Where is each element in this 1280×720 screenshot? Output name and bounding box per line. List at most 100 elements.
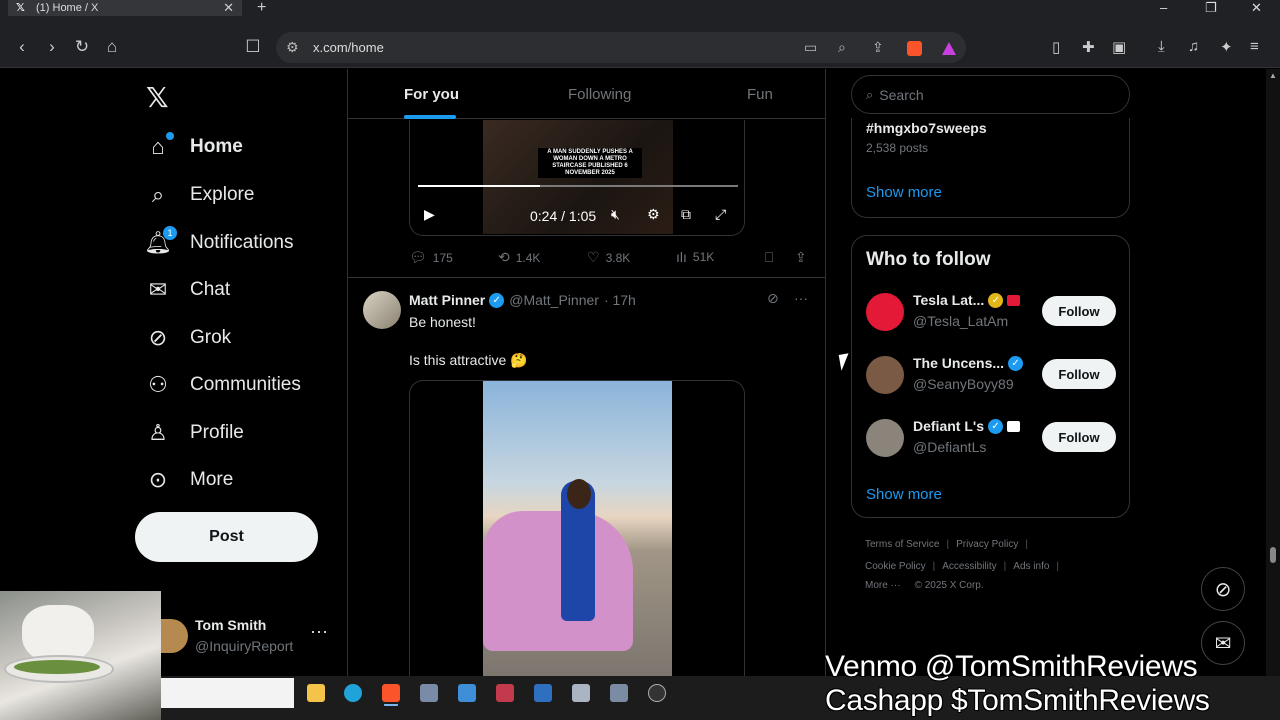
nav-more[interactable]: ⊙ More xyxy=(145,464,234,496)
trend-tag[interactable]: #hmgxbo7sweeps xyxy=(866,120,987,136)
show-more-link[interactable]: Show more xyxy=(866,486,942,503)
follow-suggestion[interactable]: Defiant L's ✓ @DefiantLs Follow xyxy=(866,417,1118,459)
nav-communities[interactable]: ⚇ Communities xyxy=(145,369,301,401)
share-icon[interactable]: ⇪ xyxy=(872,39,884,56)
author-name[interactable]: Matt Pinner xyxy=(409,292,485,308)
zoom-icon[interactable]: ⌕ xyxy=(838,39,846,56)
media-icon[interactable]: ♫ xyxy=(1188,38,1199,55)
post-button[interactable]: Post xyxy=(135,512,318,562)
footer-link[interactable]: Accessibility xyxy=(942,561,996,572)
video-progress-bar[interactable] xyxy=(418,185,738,187)
home-browser-icon[interactable]: ⌂ xyxy=(102,37,122,57)
app-icon[interactable] xyxy=(572,684,590,702)
back-icon[interactable]: ‹ xyxy=(12,37,32,57)
footer-link[interactable]: Ads info xyxy=(1013,561,1049,572)
calculator-icon[interactable] xyxy=(420,684,438,702)
grok-float-button[interactable]: ⊘ xyxy=(1201,567,1245,611)
tweet-media[interactable] xyxy=(409,380,745,720)
settings-icon[interactable]: ⚙ xyxy=(647,206,660,223)
bookmark-icon[interactable]: ☐ xyxy=(243,37,263,57)
tweet-more-icon[interactable]: ··· xyxy=(794,290,808,306)
nav-explore[interactable]: ⌕ Explore xyxy=(145,179,255,211)
url-text[interactable]: x.com/home xyxy=(313,40,384,55)
nav-grok[interactable]: ⊘ Grok xyxy=(145,322,231,354)
account-switcher[interactable]: Tom Smith @InquiryReport ··· xyxy=(160,615,340,659)
new-tab-button[interactable]: + xyxy=(257,0,266,17)
follow-suggestion[interactable]: The Uncens... ✓ @SeanyBoyy89 Follow xyxy=(866,354,1118,396)
extensions-puzzle-icon[interactable]: ✚ xyxy=(1082,38,1095,56)
reply-button[interactable]: 💬︎ 175 xyxy=(409,249,453,266)
nav-profile-label: Profile xyxy=(190,422,244,443)
x-logo-icon[interactable]: 𝕏 xyxy=(146,81,169,114)
pip-icon[interactable]: ⧉ xyxy=(681,206,691,223)
views-button[interactable]: ılı 51K xyxy=(676,249,714,265)
messages-float-button[interactable]: ✉ xyxy=(1201,621,1245,665)
follow-button[interactable]: Follow xyxy=(1042,296,1116,326)
camera-icon[interactable] xyxy=(610,684,628,702)
follow-button[interactable]: Follow xyxy=(1042,359,1116,389)
account-more-icon[interactable]: ··· xyxy=(310,621,328,642)
mute-icon[interactable]: 🔇︎ xyxy=(611,206,620,223)
follow-button[interactable]: Follow xyxy=(1042,422,1116,452)
footer-link[interactable]: Cookie Policy xyxy=(865,561,926,572)
tweet-author[interactable]: Matt Pinner ✓ @Matt_Pinner · 17h xyxy=(409,292,636,308)
minimize-button[interactable]: – xyxy=(1160,0,1167,15)
nav-home[interactable]: ⌂ Home xyxy=(145,131,243,163)
browser-toolbar: ‹ › ↻ ⌂ ☐ ⚙ x.com/home ▭ ⌕ ⇪ ▯ ✚ ▣ ⤓ ♫ ✦… xyxy=(0,28,1280,68)
edge-icon[interactable] xyxy=(344,684,362,702)
extension-icon[interactable]: ▯ xyxy=(1052,38,1060,56)
footer-row: Terms of Service | Privacy Policy | xyxy=(865,539,1028,550)
cast-icon[interactable]: ▭ xyxy=(804,39,817,56)
tweet-time[interactable]: · 17h xyxy=(604,292,636,308)
show-more-link[interactable]: Show more xyxy=(866,184,942,201)
forward-icon[interactable]: › xyxy=(42,37,62,57)
tab-fun[interactable]: Fun xyxy=(747,86,773,103)
video-player[interactable]: A MAN SUDDENLY PUSHES A WOMAN DOWN A MET… xyxy=(409,120,745,236)
app-icon[interactable] xyxy=(534,684,552,702)
avatar[interactable] xyxy=(363,291,401,329)
reload-icon[interactable]: ↻ xyxy=(72,37,92,57)
footer-link[interactable]: More ··· xyxy=(865,580,901,591)
close-window-button[interactable]: ✕ xyxy=(1251,0,1262,16)
nav-chat[interactable]: ✉ Chat xyxy=(145,274,230,306)
suggestion-handle: @SeanyBoyy89 xyxy=(913,376,1014,392)
file-explorer-icon[interactable] xyxy=(307,684,325,702)
nav-profile[interactable]: ♙ Profile xyxy=(145,417,244,449)
brave-icon[interactable] xyxy=(382,684,400,702)
brave-shields-icon[interactable] xyxy=(907,41,922,56)
fullscreen-icon[interactable]: ⤢ xyxy=(715,206,726,223)
menu-icon[interactable]: ≡ xyxy=(1250,38,1259,55)
tab-for-you[interactable]: For you xyxy=(404,86,459,103)
nav-notifications[interactable]: 🔔︎ 1 Notifications xyxy=(144,226,294,259)
scroll-thumb[interactable] xyxy=(1270,547,1276,563)
address-bar[interactable]: ⚙ x.com/home ▭ ⌕ ⇪ xyxy=(276,32,966,63)
brave-rewards-icon[interactable] xyxy=(942,42,956,55)
search-input[interactable]: ⌕ Search xyxy=(851,75,1130,114)
repost-count: 1.4K xyxy=(515,250,541,265)
follow-suggestion[interactable]: Tesla Lat... ✓ @Tesla_LatAm Follow xyxy=(866,291,1118,333)
grok-icon[interactable]: ⊘ xyxy=(767,290,779,307)
sidebar-icon[interactable]: ▣ xyxy=(1112,38,1126,56)
maximize-button[interactable]: ❐ xyxy=(1205,0,1217,16)
tab-following[interactable]: Following xyxy=(568,86,631,103)
remote-desktop-icon[interactable] xyxy=(458,684,476,702)
play-icon[interactable]: ▶ xyxy=(424,206,435,223)
leo-ai-icon[interactable]: ✦ xyxy=(1220,38,1233,56)
taskbar-search[interactable] xyxy=(161,678,294,708)
avatar xyxy=(160,619,188,653)
download-icon[interactable]: ⤓ xyxy=(1158,38,1165,55)
author-handle[interactable]: @Matt_Pinner xyxy=(509,292,599,308)
browser-tab[interactable]: 𝕏 (1) Home / X ✕ xyxy=(8,0,242,16)
app-icon[interactable] xyxy=(496,684,514,702)
scroll-up-icon[interactable]: ▲ xyxy=(1269,71,1277,80)
page-scrollbar[interactable]: ▲ xyxy=(1266,69,1280,720)
close-tab-icon[interactable]: ✕ xyxy=(223,0,234,16)
like-button[interactable]: ♡ 3.8K xyxy=(587,249,630,266)
grok-app-icon[interactable] xyxy=(648,684,666,702)
share-tweet-icon[interactable]: ⇪ xyxy=(795,249,813,266)
bookmark-tweet-icon[interactable]: ⎕ xyxy=(765,249,779,266)
footer-link[interactable]: Terms of Service xyxy=(865,539,939,550)
site-settings-icon[interactable]: ⚙ xyxy=(286,39,299,56)
repost-button[interactable]: ⟲ 1.4K xyxy=(498,249,540,266)
footer-link[interactable]: Privacy Policy xyxy=(956,539,1018,550)
